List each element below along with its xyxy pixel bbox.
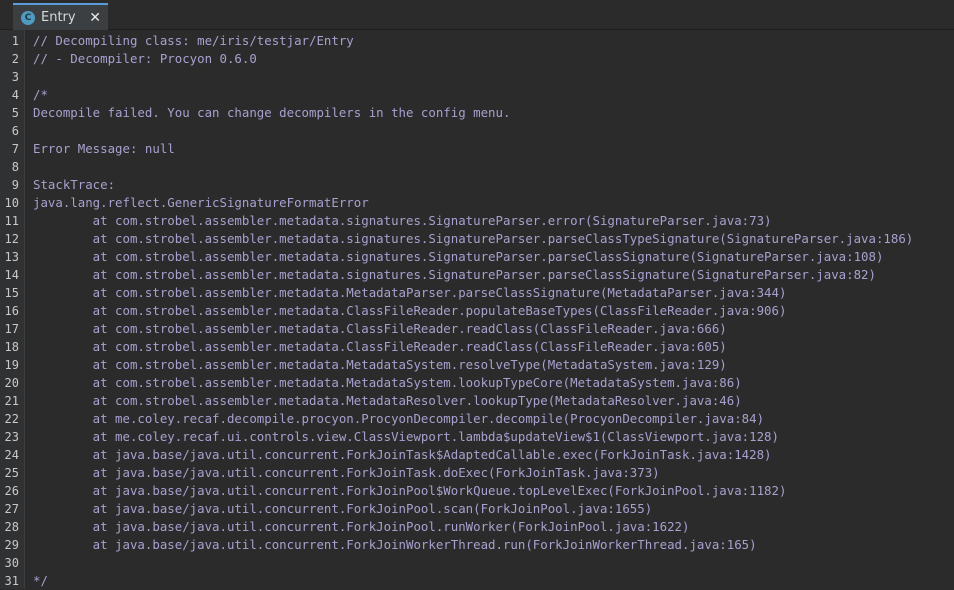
line-number: 22 — [4, 412, 19, 426]
code-line: 15 at com.strobel.assembler.metadata.Met… — [0, 284, 954, 302]
code-line: 19 at com.strobel.assembler.metadata.Met… — [0, 356, 954, 374]
code-text: at com.strobel.assembler.metadata.ClassF… — [33, 303, 787, 318]
line-number: 16 — [4, 304, 19, 318]
tab-entry[interactable]: C Entry ✕ — [13, 3, 108, 30]
code-line: 16 at com.strobel.assembler.metadata.Cla… — [0, 302, 954, 320]
line-number: 23 — [4, 430, 19, 444]
code-text: // - Decompiler: Procyon 0.6.0 — [33, 51, 257, 66]
line-number: 20 — [4, 376, 19, 390]
code-text: at com.strobel.assembler.metadata.signat… — [33, 249, 884, 264]
class-icon: C — [21, 10, 35, 25]
code-line: 17 at com.strobel.assembler.metadata.Cla… — [0, 320, 954, 338]
code-text: at java.base/java.util.concurrent.ForkJo… — [33, 483, 787, 498]
line-number: 12 — [4, 232, 19, 246]
line-number: 1 — [11, 34, 19, 48]
line-number: 30 — [4, 556, 19, 570]
code-line: 7 Error Message: null — [0, 140, 954, 158]
code-line: 2 // - Decompiler: Procyon 0.6.0 — [0, 50, 954, 68]
code-text: /* — [33, 87, 48, 102]
code-line: 14 at com.strobel.assembler.metadata.sig… — [0, 266, 954, 284]
code-line: 31 */ — [0, 572, 954, 590]
code-text: at me.coley.recaf.ui.controls.view.Class… — [33, 429, 779, 444]
code-text: at java.base/java.util.concurrent.ForkJo… — [33, 447, 772, 462]
code-line: 27 at java.base/java.util.concurrent.For… — [0, 500, 954, 518]
code-text: java.lang.reflect.GenericSignatureFormat… — [33, 195, 369, 210]
code-text: Decompile failed. You can change decompi… — [33, 105, 511, 120]
line-number: 25 — [4, 466, 19, 480]
code-text: */ — [33, 573, 48, 588]
line-number: 27 — [4, 502, 19, 516]
code-line: 5 Decompile failed. You can change decomp… — [0, 104, 954, 122]
editor-tab-bar: C Entry ✕ — [0, 0, 954, 30]
line-number: 24 — [4, 448, 19, 462]
line-number: 2 — [11, 52, 19, 66]
code-line: 28 at java.base/java.util.concurrent.For… — [0, 518, 954, 536]
line-number: 4 — [11, 88, 19, 102]
line-number: 21 — [4, 394, 19, 408]
line-number: 9 — [11, 178, 19, 192]
code-line: 8 — [0, 158, 954, 176]
close-icon[interactable]: ✕ — [89, 10, 101, 26]
code-line: 4 /* — [0, 86, 954, 104]
line-number: 26 — [4, 484, 19, 498]
line-number: 29 — [4, 538, 19, 552]
code-line: 18 at com.strobel.assembler.metadata.Cla… — [0, 338, 954, 356]
code-line: 10 java.lang.reflect.GenericSignatureForm… — [0, 194, 954, 212]
code-line: 3 — [0, 68, 954, 86]
line-number: 8 — [11, 160, 19, 174]
line-number: 13 — [4, 250, 19, 264]
code-line: 9 StackTrace: — [0, 176, 954, 194]
line-number: 17 — [4, 322, 19, 336]
line-number: 3 — [11, 70, 19, 84]
code-text: StackTrace: — [33, 177, 116, 192]
line-number: 18 — [4, 340, 19, 354]
code-text: at com.strobel.assembler.metadata.ClassF… — [33, 321, 727, 336]
tab-title: Entry — [41, 10, 76, 25]
code-editor[interactable]: 1 // Decompiling class: me/iris/testjar/E… — [0, 30, 954, 589]
code-text: at com.strobel.assembler.metadata.Metada… — [33, 393, 742, 408]
line-number: 11 — [4, 214, 19, 228]
line-number: 31 — [4, 574, 19, 588]
code-line: 23 at me.coley.recaf.ui.controls.view.Cl… — [0, 428, 954, 446]
code-line: 22 at me.coley.recaf.decompile.procyon.P… — [0, 410, 954, 428]
code-text: // Decompiling class: me/iris/testjar/En… — [33, 33, 354, 48]
code-line: 13 at com.strobel.assembler.metadata.sig… — [0, 248, 954, 266]
line-number: 14 — [4, 268, 19, 282]
line-number: 28 — [4, 520, 19, 534]
code-text: at com.strobel.assembler.metadata.Metada… — [33, 357, 727, 372]
code-text: at java.base/java.util.concurrent.ForkJo… — [33, 465, 660, 480]
line-number: 7 — [11, 142, 19, 156]
line-number: 5 — [11, 106, 19, 120]
line-number: 6 — [11, 124, 19, 138]
code-text: at com.strobel.assembler.metadata.signat… — [33, 231, 914, 246]
code-text: Error Message: null — [33, 141, 175, 156]
code-text: at com.strobel.assembler.metadata.Metada… — [33, 285, 787, 300]
code-line: 6 — [0, 122, 954, 140]
code-line: 21 at com.strobel.assembler.metadata.Met… — [0, 392, 954, 410]
code-line: 30 — [0, 554, 954, 572]
code-text: at java.base/java.util.concurrent.ForkJo… — [33, 501, 653, 516]
code-line: 25 at java.base/java.util.concurrent.For… — [0, 464, 954, 482]
code-line: 11 at com.strobel.assembler.metadata.sig… — [0, 212, 954, 230]
code-text: at me.coley.recaf.decompile.procyon.Proc… — [33, 411, 765, 426]
line-number: 15 — [4, 286, 19, 300]
line-number: 19 — [4, 358, 19, 372]
code-line: 1 // Decompiling class: me/iris/testjar/E… — [0, 32, 954, 50]
code-text: at com.strobel.assembler.metadata.signat… — [33, 267, 876, 282]
code-line: 12 at com.strobel.assembler.metadata.sig… — [0, 230, 954, 248]
code-text: at com.strobel.assembler.metadata.Metada… — [33, 375, 742, 390]
code-line: 29 at java.base/java.util.concurrent.For… — [0, 536, 954, 554]
code-text: at com.strobel.assembler.metadata.signat… — [33, 213, 772, 228]
code-line: 26 at java.base/java.util.concurrent.For… — [0, 482, 954, 500]
code-line: 20 at com.strobel.assembler.metadata.Met… — [0, 374, 954, 392]
line-number: 10 — [4, 196, 19, 210]
code-text: at com.strobel.assembler.metadata.ClassF… — [33, 339, 727, 354]
code-text: at java.base/java.util.concurrent.ForkJo… — [33, 537, 757, 552]
code-line: 24 at java.base/java.util.concurrent.For… — [0, 446, 954, 464]
code-text: at java.base/java.util.concurrent.ForkJo… — [33, 519, 690, 534]
